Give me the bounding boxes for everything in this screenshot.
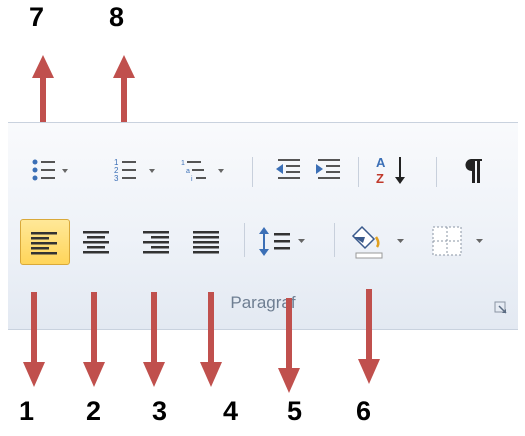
borders-icon <box>432 226 483 256</box>
numbering-button[interactable]: 1 2 3 <box>113 155 157 185</box>
annotation-arrow-6 <box>358 289 380 384</box>
annotation-label-1: 1 <box>19 396 35 426</box>
svg-text:Z: Z <box>376 171 384 186</box>
svg-text:A: A <box>376 155 386 170</box>
separator <box>334 223 335 257</box>
annotation-label-6: 6 <box>356 396 372 426</box>
annotation-label-3: 3 <box>152 396 168 426</box>
annotation-arrow-4 <box>200 292 222 387</box>
paint-bucket-icon <box>351 225 404 259</box>
show-hide-marks-button[interactable] <box>458 155 488 187</box>
dialog-launcher-icon <box>494 301 507 314</box>
justify-icon <box>193 231 219 254</box>
decrease-indent-icon <box>276 159 300 179</box>
annotation-label-8: 8 <box>109 2 125 32</box>
increase-indent-button[interactable] <box>314 155 344 185</box>
align-right-icon <box>143 231 169 254</box>
annotation-label-4: 4 <box>223 396 239 426</box>
separator <box>244 223 245 257</box>
line-spacing-icon <box>259 227 305 256</box>
separator <box>436 157 437 187</box>
shading-button[interactable] <box>350 217 412 263</box>
justify-button[interactable] <box>188 221 224 261</box>
align-right-button[interactable] <box>138 221 174 261</box>
svg-text:3: 3 <box>114 174 119 183</box>
center-button[interactable] <box>78 221 114 261</box>
svg-text:a: a <box>186 168 190 175</box>
bullet-list-icon <box>32 159 68 181</box>
separator <box>252 157 253 187</box>
increase-indent-icon <box>316 159 340 179</box>
annotation-label-5: 5 <box>287 396 303 426</box>
annotation-label-2: 2 <box>86 396 102 426</box>
bullets-button[interactable] <box>30 155 70 185</box>
separator <box>358 157 359 187</box>
sort-az-icon: A Z <box>376 155 405 186</box>
align-left-button[interactable] <box>20 219 70 265</box>
annotation-arrow-2 <box>83 292 105 387</box>
svg-text:1: 1 <box>181 160 185 167</box>
align-center-icon <box>83 231 109 254</box>
numbered-list-icon: 1 2 3 <box>114 158 155 183</box>
annotation-arrow-1 <box>23 292 45 387</box>
align-left-icon <box>31 232 57 255</box>
paragraph-dialog-launcher[interactable] <box>494 301 508 315</box>
decrease-indent-button[interactable] <box>274 155 304 185</box>
annotation-arrow-5 <box>278 298 300 393</box>
pilcrow-icon <box>465 159 482 183</box>
annotation-arrow-3 <box>143 292 165 387</box>
borders-button[interactable] <box>428 219 490 263</box>
multilevel-list-icon: 1 a i <box>181 160 224 183</box>
multilevel-list-button[interactable]: 1 a i <box>180 155 230 185</box>
svg-text:i: i <box>191 176 193 183</box>
annotation-label-7: 7 <box>29 2 45 32</box>
line-spacing-button[interactable] <box>258 219 316 263</box>
sort-button[interactable]: A Z <box>374 153 410 187</box>
